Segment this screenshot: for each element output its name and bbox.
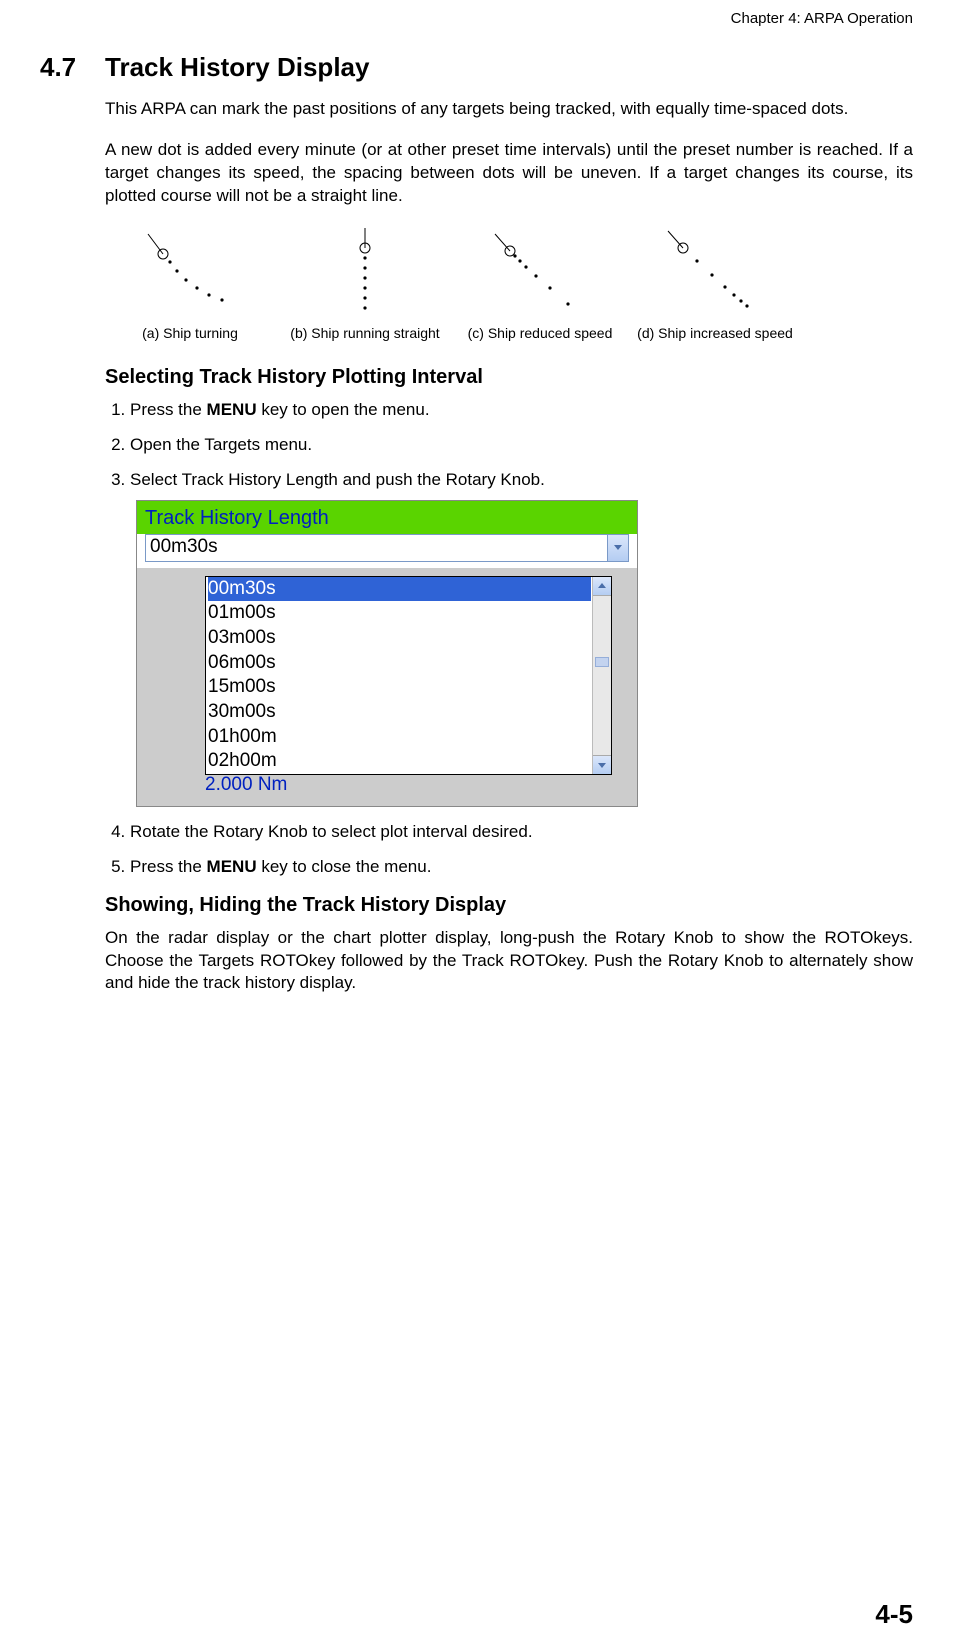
diagram-row: (a) Ship turning (b) Ship running straig… — [105, 226, 913, 341]
chapter-header: Chapter 4: ARPA Operation — [40, 10, 913, 27]
under-text: 2.000 Nm — [205, 772, 629, 798]
diagram-label: (d) Ship increased speed — [637, 325, 793, 341]
scroll-down-icon[interactable] — [593, 755, 611, 774]
diagram-increased: (d) Ship increased speed — [635, 226, 795, 341]
section-number: 4.7 — [40, 52, 105, 83]
list-item[interactable]: 02h00m — [208, 749, 611, 774]
step-2: Open the Targets menu. — [130, 434, 913, 457]
list-item[interactable]: 06m00s — [208, 651, 611, 676]
step-4: Rotate the Rotary Knob to select plot in… — [130, 821, 913, 844]
diagram-label: (a) Ship turning — [142, 325, 238, 341]
diagram-turning: (a) Ship turning — [110, 226, 270, 341]
scroll-up-icon[interactable] — [593, 577, 611, 596]
para-intro-2: A new dot is added every minute (or at o… — [105, 139, 913, 208]
scrollbar[interactable] — [592, 577, 611, 775]
list-item[interactable]: 01h00m — [208, 725, 611, 750]
ship-turning-icon — [135, 226, 245, 321]
list-item[interactable]: 03m00s — [208, 626, 611, 651]
track-history-select[interactable]: 00m30s — [145, 534, 629, 562]
page-number: 4-5 — [875, 1599, 913, 1630]
list-item[interactable]: 30m00s — [208, 700, 611, 725]
list-item[interactable]: 00m30s — [208, 577, 591, 602]
section-title: 4.7Track History Display — [40, 52, 913, 83]
ship-straight-icon — [330, 226, 400, 321]
body: This ARPA can mark the past positions of… — [105, 98, 913, 995]
ship-increased-icon — [655, 226, 775, 321]
track-history-current: 00m30s — [150, 536, 218, 557]
ship-reduced-icon — [480, 226, 600, 321]
ui-panel: 00m30s 01m00s 03m00s 06m00s 15m00s 30m00… — [137, 568, 637, 806]
option-list[interactable]: 00m30s 01m00s 03m00s 06m00s 15m00s 30m00… — [205, 576, 612, 776]
track-history-ui: Track History Length 00m30s 00m30s 01m00… — [136, 500, 638, 807]
list-item[interactable]: 15m00s — [208, 675, 611, 700]
para-intro-1: This ARPA can mark the past positions of… — [105, 98, 913, 121]
step-3: Select Track History Length and push the… — [130, 469, 913, 807]
para-showhide: On the radar display or the chart plotte… — [105, 927, 913, 996]
ui-title: Track History Length — [137, 501, 637, 534]
subsection-interval-heading: Selecting Track History Plotting Interva… — [105, 366, 913, 389]
step-5: Press the MENU key to close the menu. — [130, 856, 913, 879]
scroll-thumb[interactable] — [595, 657, 609, 667]
step-1: Press the MENU key to open the menu. — [130, 399, 913, 422]
section-title-text: Track History Display — [105, 52, 369, 82]
dropdown-icon[interactable] — [607, 535, 628, 561]
page: Chapter 4: ARPA Operation 4.7Track Histo… — [0, 0, 973, 1650]
diagram-reduced: (c) Ship reduced speed — [460, 226, 620, 341]
steps-list: Press the MENU key to open the menu. Ope… — [105, 399, 913, 879]
subsection-showhide-heading: Showing, Hiding the Track History Displa… — [105, 894, 913, 917]
diagram-straight: (b) Ship running straight — [285, 226, 445, 341]
diagram-label: (c) Ship reduced speed — [468, 325, 613, 341]
diagram-label: (b) Ship running straight — [290, 325, 439, 341]
list-item[interactable]: 01m00s — [208, 601, 611, 626]
